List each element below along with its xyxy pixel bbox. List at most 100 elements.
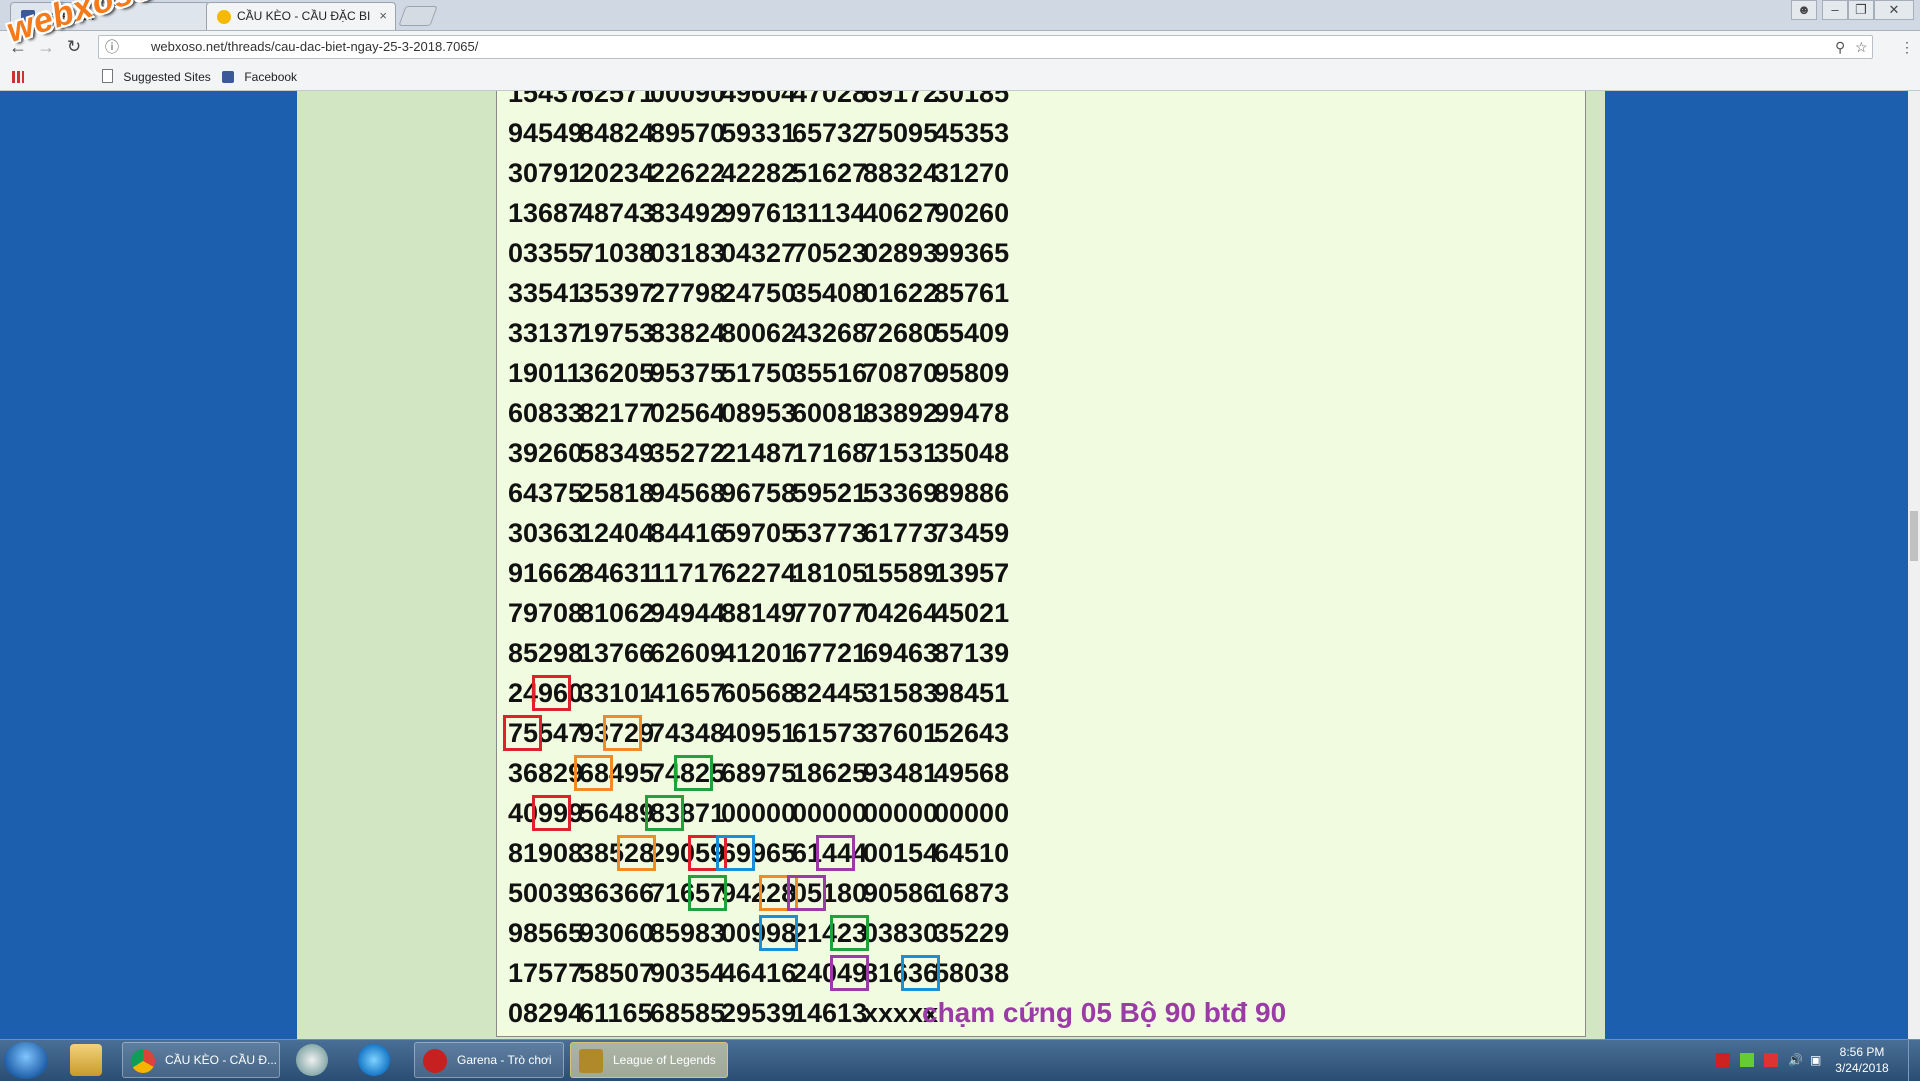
network-icon[interactable]: ▣: [1810, 1053, 1821, 1067]
garena-icon: [423, 1049, 447, 1073]
number-cell: 83892: [863, 398, 939, 428]
number-cell: 29539: [721, 998, 797, 1028]
number-cell: 40951: [721, 718, 797, 748]
number-cell: 95375: [650, 358, 726, 388]
minimize-button[interactable]: –: [1822, 0, 1848, 20]
number-cell: 61773: [863, 518, 939, 548]
number-cell: 58507: [579, 958, 655, 988]
garena-tray-icon[interactable]: [1716, 1053, 1730, 1067]
restore-button[interactable]: ❐: [1848, 0, 1874, 20]
number-cell: 88149: [721, 598, 797, 628]
taskbar-garena[interactable]: Garena - Trò chơi: [414, 1042, 564, 1078]
start-button[interactable]: [4, 1042, 48, 1079]
scrollbar-thumb[interactable]: [1910, 511, 1918, 561]
number-cell: 89570: [650, 118, 726, 148]
tab-strip: Facebook CẦU KÈO - CẦU ĐẶC BIỆ × ☻ – ❐ ✕: [0, 0, 1920, 31]
number-cell: 15437: [508, 91, 584, 108]
number-cell: 81062: [579, 598, 655, 628]
number-cell: 70523: [792, 238, 868, 268]
address-bar[interactable]: ⓘ webxoso.net/threads/cau-dac-biet-ngay-…: [98, 35, 1873, 59]
zoom-icon[interactable]: ⚲: [1835, 36, 1845, 58]
number-cell: 60568: [721, 678, 797, 708]
number-cell: 71531: [863, 438, 939, 468]
number-cell: 84824: [579, 118, 655, 148]
highlight-box-purple: [830, 955, 869, 991]
number-cell: 93481: [863, 758, 939, 788]
number-cell: 19011: [508, 358, 582, 388]
number-cell: 35397: [579, 278, 655, 308]
number-cell: 60081: [792, 398, 868, 428]
number-cell: 79708: [508, 598, 584, 628]
number-cell: 17168: [792, 438, 868, 468]
number-cell: 33101: [579, 678, 655, 708]
number-cell: 42282: [721, 158, 797, 188]
file-explorer-icon[interactable]: [70, 1044, 102, 1076]
number-cell: 64510: [934, 838, 1010, 868]
number-cell: 59705: [721, 518, 797, 548]
close-window-button[interactable]: ✕: [1874, 0, 1914, 20]
tab-label: CẦU KÈO - CẦU ĐẶC BIỆ: [237, 9, 371, 23]
number-cell: 13687: [508, 198, 584, 228]
number-cell: 14613: [792, 998, 868, 1028]
number-cell: 45353: [934, 118, 1010, 148]
prediction-note: chạm cứng 05 Bộ 90 btđ 90: [922, 997, 1287, 1028]
new-tab-button[interactable]: [398, 6, 438, 26]
number-cell: 13957: [934, 558, 1010, 588]
bookmark-star-icon[interactable]: ☆: [1855, 36, 1868, 58]
windows-taskbar: CẦU KÈO - CẦU Đ... Garena - Trò chơi Lea…: [0, 1039, 1920, 1081]
number-cell: 49604: [721, 91, 797, 108]
number-cell: 16873: [934, 878, 1010, 908]
number-cell: 27798: [650, 278, 726, 308]
number-cell: 81908: [508, 838, 584, 868]
number-cell: 13766: [579, 638, 655, 668]
page-info-icon[interactable]: ⓘ: [105, 36, 119, 58]
clock-time: 8:56 PM: [1839, 1045, 1885, 1059]
number-cell: 61165: [579, 998, 653, 1028]
highlight-box-red: [531, 675, 571, 711]
menu-icon[interactable]: ⋮: [1900, 39, 1914, 56]
taskbar-clock[interactable]: 8:56 PM 3/24/2018: [1832, 1044, 1892, 1076]
number-cell: 03183: [650, 238, 726, 268]
apps-icon[interactable]: [12, 68, 31, 86]
number-cell: 03355: [508, 238, 584, 268]
page-scrollbar[interactable]: [1908, 91, 1920, 1039]
number-cell: 94549: [508, 118, 584, 148]
highlight-box-green: [645, 795, 684, 831]
taskbar-league[interactable]: League of Legends: [570, 1042, 728, 1078]
number-cell: 11717: [650, 558, 724, 588]
number-cell: 72680: [863, 318, 939, 348]
volume-icon[interactable]: 🔊: [1788, 1053, 1803, 1067]
number-cell: 35229: [934, 918, 1010, 948]
app-icon[interactable]: [358, 1044, 390, 1076]
number-cell: 98565: [508, 918, 584, 948]
number-cell: 96758: [721, 478, 797, 508]
number-cell: 77077: [792, 598, 868, 628]
forum-post-body: 15437 62571 00090 49604 47028 69172 30185 94549…: [496, 91, 1586, 1037]
browser-toolbar: ← → ↻ ⓘ webxoso.net/threads/cau-dac-biet…: [0, 31, 1920, 64]
bookmark-facebook[interactable]: Facebook: [222, 68, 297, 86]
tab-cau-keo[interactable]: CẦU KÈO - CẦU ĐẶC BIỆ ×: [206, 2, 396, 30]
close-tab-icon[interactable]: ×: [379, 3, 387, 29]
reload-button[interactable]: ↻: [62, 35, 86, 59]
highlight-box-orange: [617, 835, 656, 871]
bookmark-label: Facebook: [244, 70, 298, 84]
number-cell: 21487: [721, 438, 797, 468]
number-cell: 88324: [863, 158, 939, 188]
number-cell: 18105: [792, 558, 868, 588]
paint-icon[interactable]: [296, 1044, 328, 1076]
bookmark-suggested-sites[interactable]: Suggested Sites: [102, 68, 211, 86]
number-cell: 48743: [579, 198, 655, 228]
number-cell: 94944: [650, 598, 726, 628]
taskbar-chrome[interactable]: CẦU KÈO - CẦU Đ...: [122, 1042, 280, 1078]
number-cell: 30791: [508, 158, 584, 188]
number-cell: 68585: [650, 998, 726, 1028]
antivirus-tray-icon[interactable]: [1764, 1053, 1778, 1067]
nvidia-tray-icon[interactable]: [1740, 1053, 1754, 1067]
number-cell: 30363: [508, 518, 584, 548]
user-icon[interactable]: ☻: [1791, 0, 1817, 20]
show-desktop-button[interactable]: [1908, 1040, 1920, 1081]
number-cell: 70870: [863, 358, 939, 388]
highlight-box-green: [830, 915, 869, 951]
number-cell: 73459: [934, 518, 1010, 548]
number-cell: 75095: [863, 118, 939, 148]
